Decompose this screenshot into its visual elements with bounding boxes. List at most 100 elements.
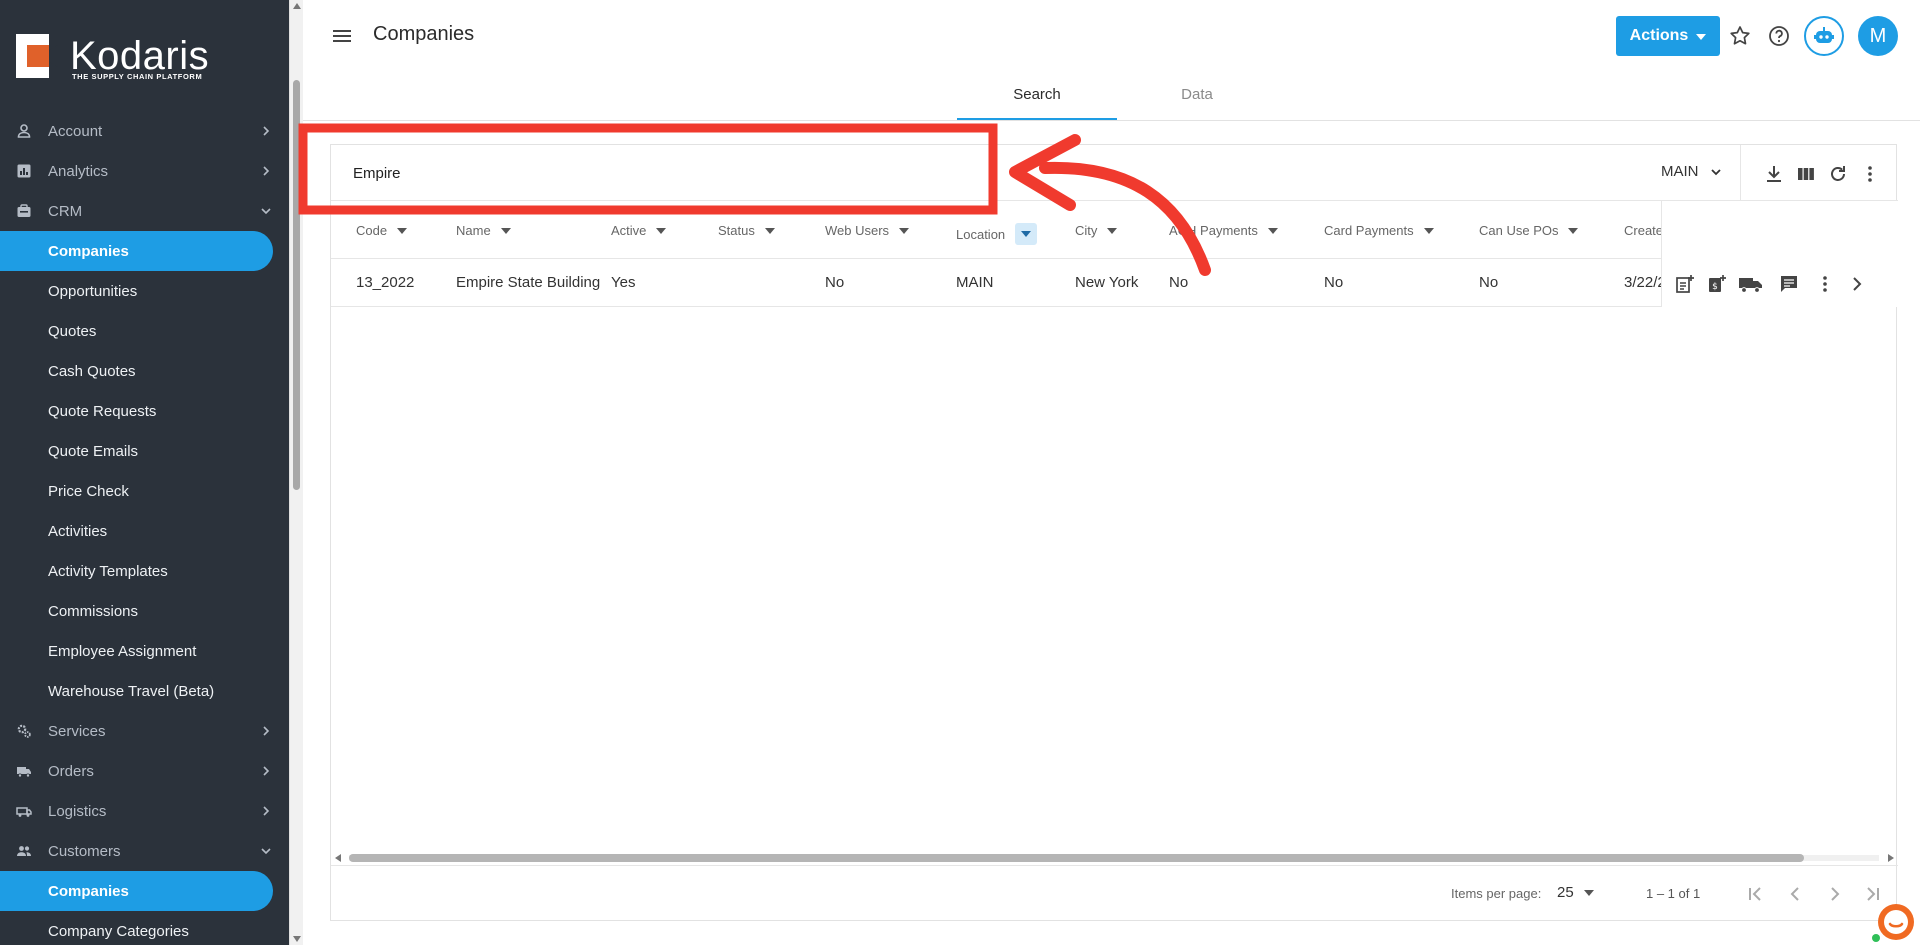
cell-name: Empire State Building: [456, 274, 601, 291]
sidebar-item-quote-emails[interactable]: Quote Emails: [0, 431, 289, 471]
hamburger-menu-icon[interactable]: [331, 26, 353, 46]
page-tabs: Search Data: [303, 76, 1920, 121]
tab-search[interactable]: Search: [957, 76, 1117, 120]
sidebar-item-company-categories[interactable]: Company Categories: [0, 911, 289, 945]
chat-support-icon[interactable]: [1868, 896, 1916, 944]
table-horizontal-scrollbar[interactable]: [331, 850, 1898, 864]
scroll-left-arrow-icon[interactable]: [335, 854, 341, 862]
sidebar-item-quotes[interactable]: Quotes: [0, 311, 289, 351]
column-header-name[interactable]: Name: [456, 223, 511, 238]
help-icon[interactable]: [1767, 24, 1791, 48]
sidebar-item-customers-companies[interactable]: Companies: [0, 871, 289, 911]
previous-page-icon[interactable]: [1783, 882, 1807, 906]
items-per-page-label: Items per page:: [1451, 886, 1542, 901]
shipping-truck-icon[interactable]: [1738, 273, 1764, 295]
add-quote-icon[interactable]: $: [1706, 273, 1728, 295]
chevron-down-icon: [261, 208, 271, 215]
chart-icon: [17, 164, 31, 178]
row-more-vertical-icon[interactable]: [1814, 273, 1836, 295]
kodaris-logo[interactable]: Kodaris THE SUPPLY CHAIN PLATFORM: [16, 34, 209, 84]
sidebar-item-label: Price Check: [48, 482, 129, 500]
sidebar-item-price-check[interactable]: Price Check: [0, 471, 289, 511]
sidebar-item-label: Activity Templates: [48, 562, 168, 580]
column-header-city[interactable]: City: [1075, 223, 1118, 238]
more-vertical-icon[interactable]: [1859, 163, 1881, 185]
sort-filter-active-icon[interactable]: [1015, 223, 1038, 245]
sort-arrow-icon: [397, 227, 408, 234]
page-title: Companies: [373, 23, 475, 45]
chevron-right-icon: [263, 126, 270, 136]
column-header-ach-payments[interactable]: ACH Payments: [1169, 223, 1278, 238]
tab-data[interactable]: Data: [1117, 76, 1277, 120]
crm-icon: [17, 204, 31, 217]
sidebar-group-crm[interactable]: CRM: [0, 191, 289, 231]
next-page-icon[interactable]: [1823, 882, 1847, 906]
sidebar-group-customers[interactable]: Customers: [0, 831, 289, 871]
sidebar-item-quote-requests[interactable]: Quote Requests: [0, 391, 289, 431]
sidebar-group-account[interactable]: Account: [0, 111, 289, 151]
location-select[interactable]: MAIN: [1661, 163, 1723, 180]
refresh-icon[interactable]: [1827, 163, 1849, 185]
chevron-right-icon: [263, 726, 270, 736]
column-header-created[interactable]: Created: [1624, 223, 1661, 238]
scroll-down-arrow-icon[interactable]: [293, 936, 301, 942]
star-icon[interactable]: [1728, 24, 1752, 48]
column-header-label: Name: [456, 223, 491, 238]
items-per-page-select[interactable]: 25: [1557, 884, 1594, 901]
sidebar-item-activities[interactable]: Activities: [0, 511, 289, 551]
sidebar-item-cash-quotes[interactable]: Cash Quotes: [0, 351, 289, 391]
column-header-can-use-pos[interactable]: Can Use POs: [1479, 223, 1579, 238]
assistant-bot-button[interactable]: [1804, 16, 1844, 56]
sidebar-group-label: Services: [48, 722, 106, 740]
column-header-location[interactable]: Location: [956, 223, 1038, 245]
sidebar-scrollbar-thumb[interactable]: [293, 80, 300, 490]
scroll-up-arrow-icon[interactable]: [293, 3, 301, 9]
column-header-label: Card Payments: [1324, 223, 1414, 238]
sidebar-group-services[interactable]: Services: [0, 711, 289, 751]
sidebar-item-label: Employee Assignment: [48, 642, 197, 660]
sidebar-item-label: Quote Requests: [48, 402, 157, 420]
caret-down-icon: [1696, 34, 1707, 40]
chevron-right-icon: [263, 766, 270, 776]
sidebar-item-opportunities[interactable]: Opportunities: [0, 271, 289, 311]
column-header-code[interactable]: Code: [356, 223, 408, 238]
scrollbar-thumb[interactable]: [349, 854, 1804, 862]
row-actions-column: $: [1661, 201, 1898, 307]
column-header-web-users[interactable]: Web Users: [825, 223, 910, 238]
sidebar-group-orders[interactable]: Orders: [0, 751, 289, 791]
user-avatar[interactable]: M: [1858, 16, 1898, 56]
column-header-status[interactable]: Status: [718, 223, 775, 238]
sort-arrow-icon: [656, 227, 667, 234]
scroll-right-arrow-icon[interactable]: [1888, 854, 1894, 862]
cell-city: New York: [1075, 274, 1139, 291]
comment-icon[interactable]: [1778, 273, 1800, 295]
first-page-icon[interactable]: [1743, 882, 1767, 906]
sidebar-group-analytics[interactable]: Analytics: [0, 151, 289, 191]
sort-arrow-icon: [899, 227, 910, 234]
robot-icon: [1814, 27, 1834, 43]
sidebar-item-commissions[interactable]: Commissions: [0, 591, 289, 631]
search-input[interactable]: [353, 161, 913, 185]
search-bar: MAIN: [331, 145, 1898, 201]
sidebar-item-activity-templates[interactable]: Activity Templates: [0, 551, 289, 591]
add-note-icon[interactable]: [1674, 273, 1696, 295]
sidebar-item-warehouse-travel[interactable]: Warehouse Travel (Beta): [0, 671, 289, 711]
sidebar-group-label: Logistics: [48, 802, 107, 820]
chevron-down-icon: [1710, 168, 1721, 175]
column-header-active[interactable]: Active: [611, 223, 667, 238]
sidebar-group-logistics[interactable]: Logistics: [0, 791, 289, 831]
sidebar-item-crm-companies[interactable]: Companies: [0, 231, 289, 271]
sort-arrow-icon: [1267, 227, 1278, 234]
actions-button[interactable]: Actions: [1616, 16, 1720, 56]
column-header-card-payments[interactable]: Card Payments: [1324, 223, 1434, 238]
download-icon[interactable]: [1763, 163, 1785, 185]
sidebar-scrollbar[interactable]: [289, 0, 303, 945]
sidebar-group-label: Customers: [48, 842, 121, 860]
sort-arrow-icon: [500, 227, 511, 234]
column-header-label: Created: [1624, 223, 1661, 238]
companies-table-card: MAIN Code Name Active Status Web Users L…: [330, 144, 1898, 921]
cell-ach-payments: No: [1169, 274, 1189, 291]
chevron-right-icon[interactable]: [1846, 273, 1868, 295]
sidebar-item-employee-assignment[interactable]: Employee Assignment: [0, 631, 289, 671]
columns-icon[interactable]: [1795, 163, 1817, 185]
